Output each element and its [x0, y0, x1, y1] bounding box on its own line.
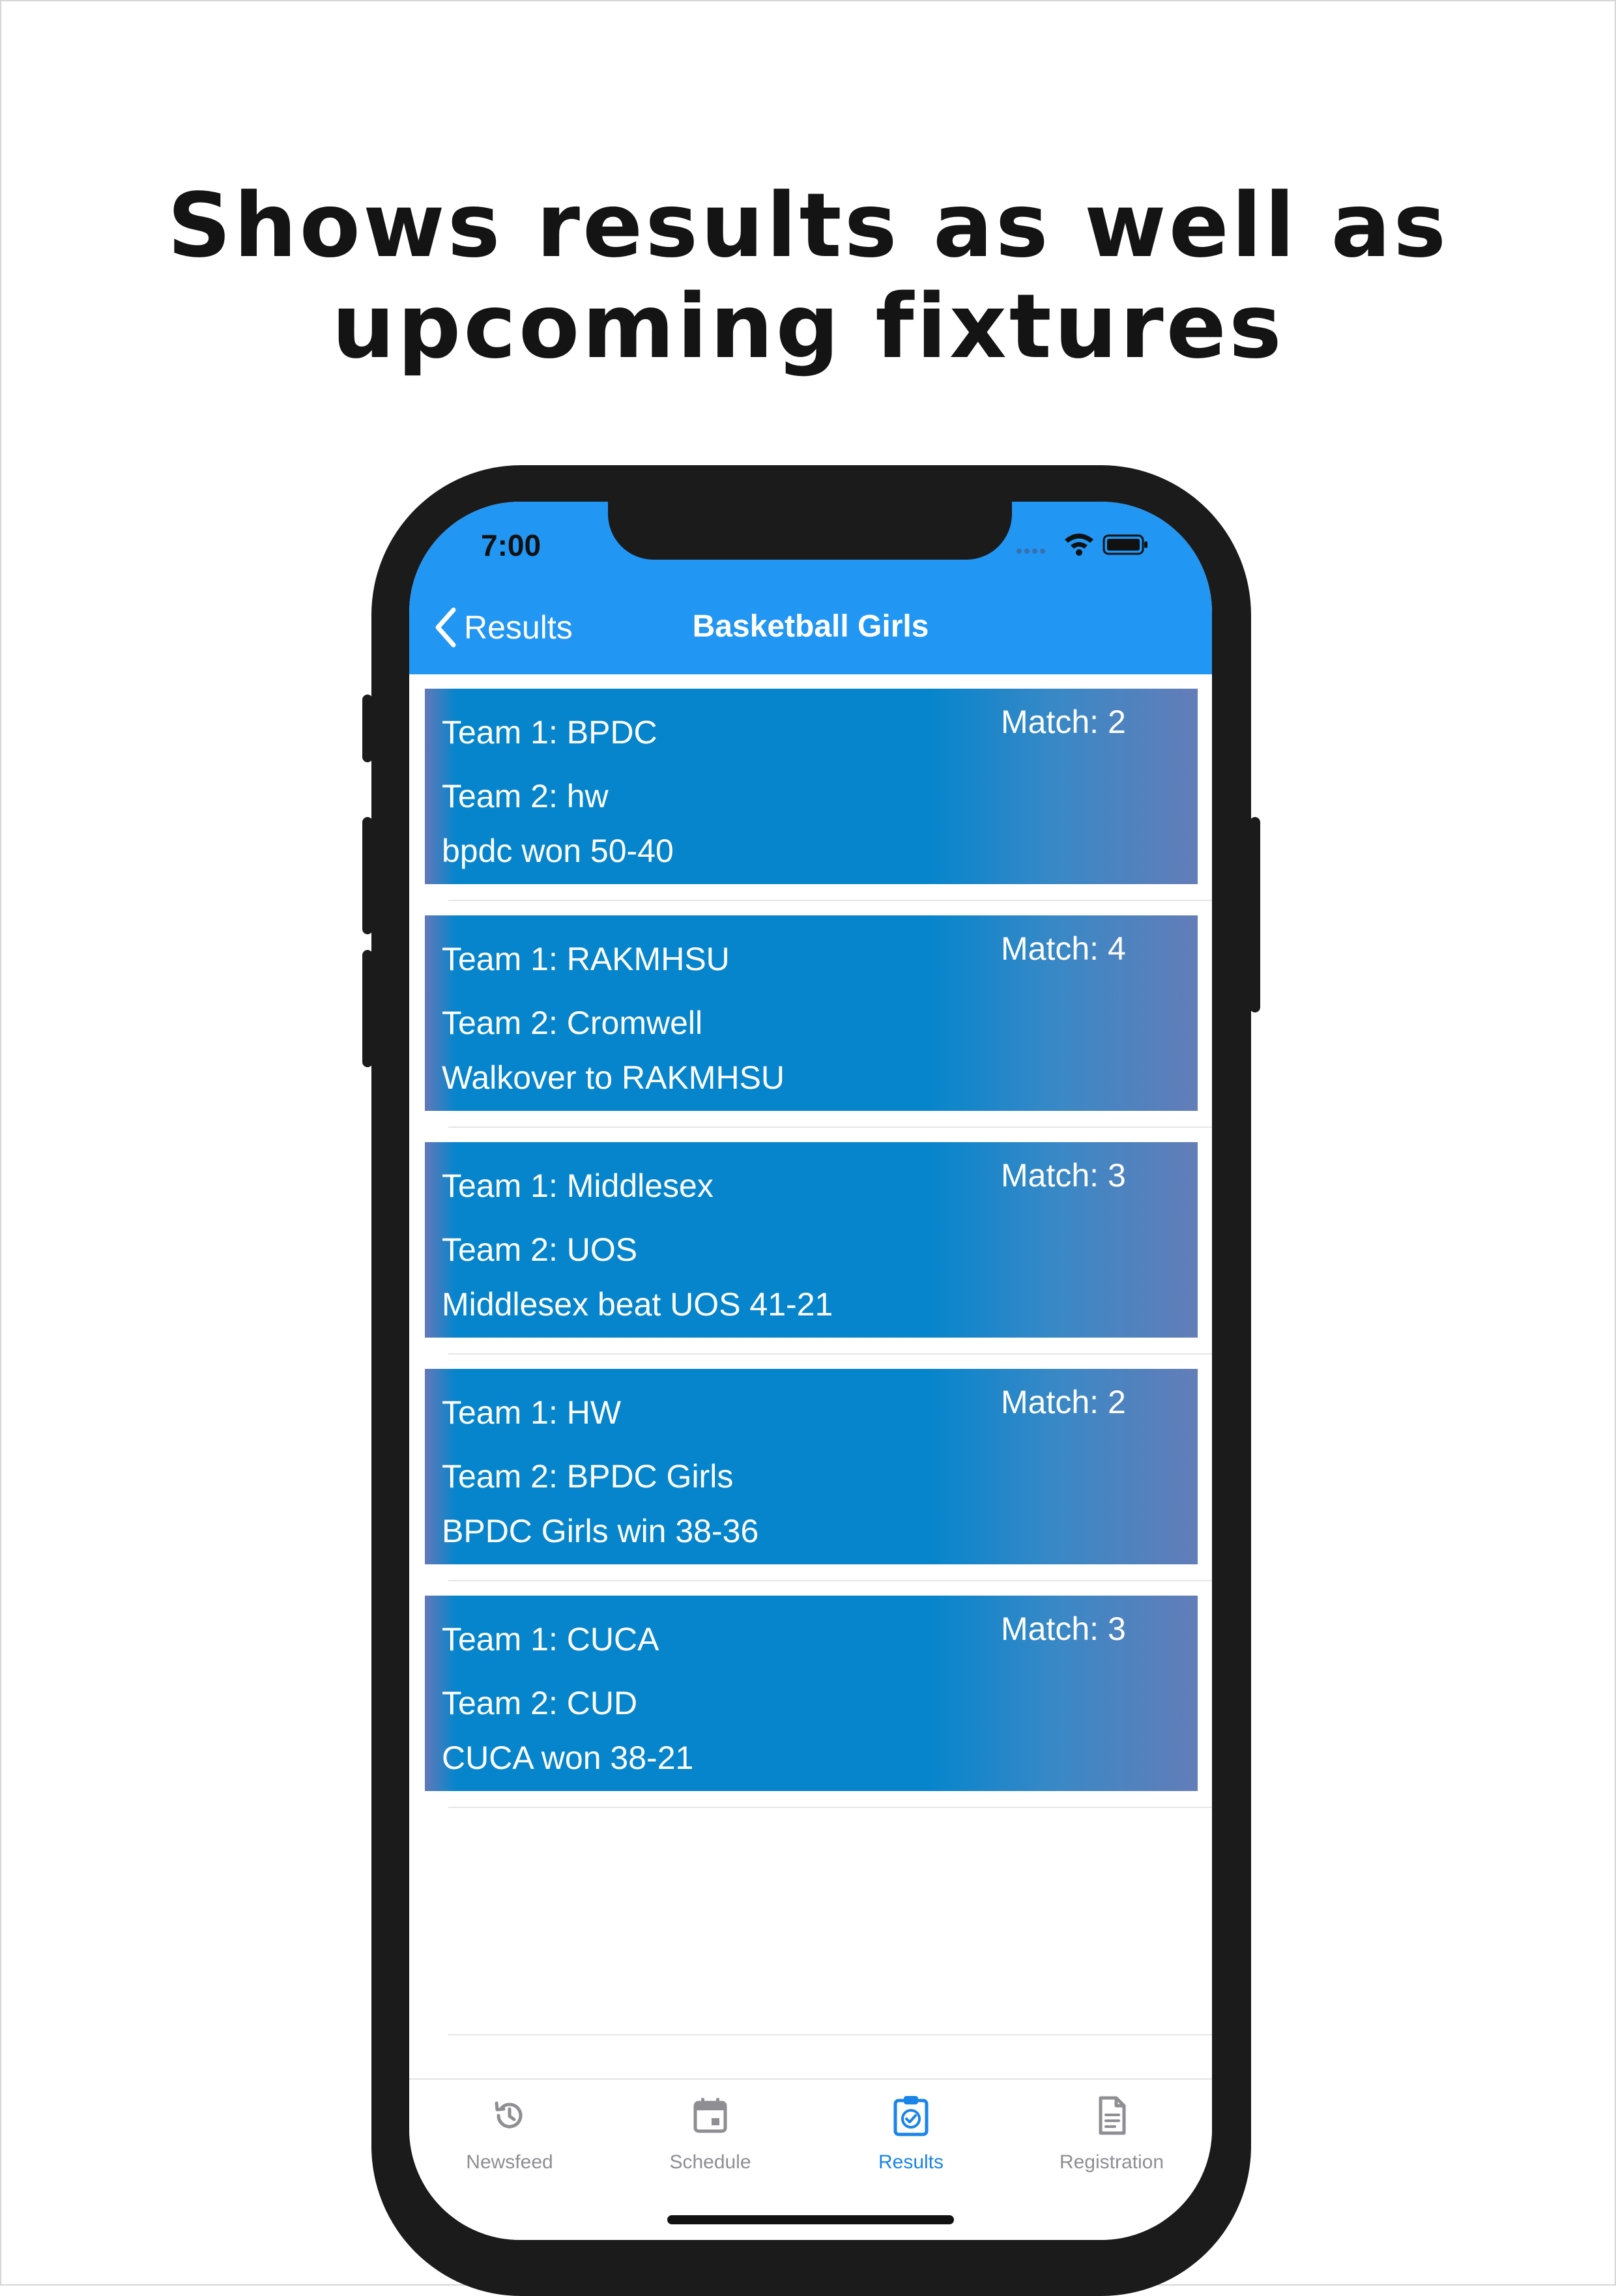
match-number: Match: 2	[1001, 1384, 1126, 1420]
status-icons	[1013, 532, 1149, 558]
volume-down-button	[362, 950, 373, 1067]
list-item: Team 1: CUCA Match: 3 Team 2: CUD CUCA w…	[409, 1581, 1212, 1808]
results-list: Team 1: BPDC Match: 2 Team 2: hw bpdc wo…	[409, 674, 1212, 1808]
phone-screen: 7:00 Results Basketball Girls Team 1: BP…	[409, 502, 1212, 2240]
calendar-icon	[693, 2098, 727, 2133]
team1-label: Team 1: CUCA	[442, 1621, 659, 1657]
notch	[608, 502, 1012, 560]
list-item: Team 1: RAKMHSU Match: 4 Team 2: Cromwel…	[409, 901, 1212, 1128]
team2-label: Team 2: CUD	[442, 1685, 638, 1721]
result-card[interactable]: Team 1: HW Match: 2 Team 2: BPDC Girls B…	[425, 1369, 1198, 1564]
volume-up-button	[362, 817, 373, 934]
headline-line-2: upcoming fixtures	[332, 276, 1284, 379]
row-divider	[448, 2034, 1212, 2035]
result-card[interactable]: Team 1: RAKMHSU Match: 4 Team 2: Cromwel…	[425, 915, 1198, 1111]
headline-line-1: Shows results as well as	[167, 175, 1449, 278]
tab-label: Registration	[1059, 2151, 1164, 2173]
tab-registration[interactable]: Registration	[1011, 2094, 1212, 2174]
headline: Shows results as well as upcoming fixtur…	[0, 176, 1616, 378]
tab-label: Newsfeed	[466, 2151, 553, 2173]
history-icon	[495, 2101, 523, 2129]
signal-icon	[1017, 549, 1045, 554]
team1-label: Team 1: RAKMHSU	[442, 941, 730, 977]
result-text: BPDC Girls win 38-36	[442, 1513, 759, 1549]
silent-switch	[362, 695, 373, 762]
tab-label: Results	[878, 2151, 944, 2173]
wifi-icon	[1065, 534, 1093, 556]
document-icon	[1099, 2096, 1126, 2135]
match-number: Match: 3	[1001, 1157, 1126, 1194]
tab-label: Schedule	[669, 2151, 751, 2173]
team2-label: Team 2: BPDC Girls	[442, 1458, 734, 1495]
result-text: Middlesex beat UOS 41-21	[442, 1286, 833, 1323]
battery-icon	[1103, 534, 1147, 555]
power-button	[1250, 817, 1260, 1012]
clipboard-check-icon	[893, 2096, 929, 2136]
list-item: Team 1: Middlesex Match: 3 Team 2: UOS M…	[409, 1128, 1212, 1355]
list-item: Team 1: BPDC Match: 2 Team 2: hw bpdc wo…	[409, 674, 1212, 901]
result-text: bpdc won 50-40	[442, 833, 674, 869]
header-bar: 7:00 Results Basketball Girls	[409, 502, 1212, 674]
team1-label: Team 1: Middlesex	[442, 1168, 714, 1204]
team1-label: Team 1: BPDC	[442, 714, 657, 751]
result-card[interactable]: Team 1: BPDC Match: 2 Team 2: hw bpdc wo…	[425, 689, 1198, 884]
list-item: Team 1: HW Match: 2 Team 2: BPDC Girls B…	[409, 1355, 1212, 1581]
match-number: Match: 4	[1001, 930, 1126, 967]
match-number: Match: 2	[1001, 704, 1126, 740]
result-text: CUCA won 38-21	[442, 1740, 694, 1776]
row-divider	[448, 1807, 1212, 1808]
home-indicator[interactable]	[667, 2215, 954, 2224]
team2-label: Team 2: hw	[442, 778, 609, 814]
team1-label: Team 1: HW	[442, 1394, 622, 1431]
tab-schedule[interactable]: Schedule	[610, 2094, 811, 2174]
match-number: Match: 3	[1001, 1611, 1126, 1647]
tab-newsfeed[interactable]: Newsfeed	[409, 2094, 610, 2174]
team2-label: Team 2: UOS	[442, 1231, 638, 1268]
status-time: 7:00	[481, 528, 541, 562]
result-card[interactable]: Team 1: CUCA Match: 3 Team 2: CUD CUCA w…	[425, 1596, 1198, 1791]
team2-label: Team 2: Cromwell	[442, 1005, 703, 1041]
page-title: Basketball Girls	[692, 609, 929, 644]
tab-results[interactable]: Results	[811, 2094, 1011, 2174]
result-card[interactable]: Team 1: Middlesex Match: 3 Team 2: UOS M…	[425, 1142, 1198, 1338]
result-text: Walkover to RAKMHSU	[442, 1059, 785, 1096]
